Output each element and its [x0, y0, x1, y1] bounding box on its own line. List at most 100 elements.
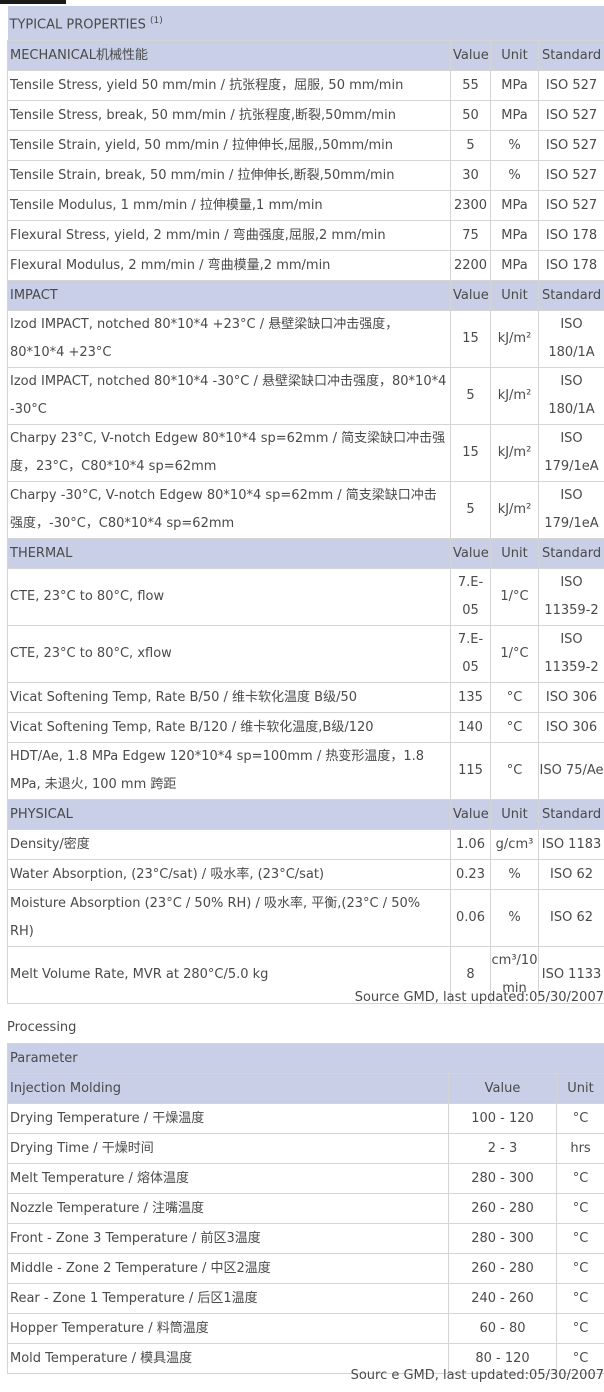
property-name: Water Absorption, (23°C/sat) / 吸水率, (23°… — [7, 859, 451, 891]
section-header-row: THERMAL Value Unit Standard — [7, 538, 604, 570]
property-name: Charpy 23°C, V-notch Edgew 80*10*4 sp=62… — [7, 424, 451, 483]
table-row: Water Absorption, (23°C/sat) / 吸水率, (23°… — [7, 859, 604, 891]
property-name: Tensile Stress, break, 50 mm/min / 抗张程度,… — [7, 100, 451, 132]
section-header-row: IMPACT Value Unit Standard — [7, 280, 604, 312]
property-value: 5 — [450, 481, 491, 540]
table-row: Izod IMPACT, notched 80*10*4 +23°C / 悬壁梁… — [7, 310, 604, 369]
table-title: TYPICAL PROPERTIES — [9, 17, 146, 33]
property-value: 30 — [450, 160, 491, 192]
table-row: Front - Zone 3 Temperature / 前区3温度 280 - … — [7, 1223, 604, 1254]
top-dark-bar — [0, 0, 66, 4]
property-name: CTE, 23°C to 80°C, xflow — [7, 625, 451, 684]
property-standard: ISO 11359-2 — [537, 568, 604, 627]
property-value: 1.06 — [450, 829, 491, 861]
property-unit: kJ/m² — [490, 310, 539, 369]
standard-column-header: Standard — [537, 280, 604, 312]
table-row: Flexural Stress, yield, 2 mm/min / 弯曲强度,… — [7, 220, 604, 252]
property-standard: ISO 527 — [537, 160, 604, 192]
property-unit: °C — [490, 682, 539, 714]
property-value: 55 — [450, 70, 491, 102]
property-name: Tensile Strain, yield, 50 mm/min / 拉伸伸长,… — [7, 130, 451, 162]
unit-column-header: Unit — [490, 799, 539, 831]
standard-column-header: Standard — [537, 538, 604, 570]
property-name: Izod IMPACT, notched 80*10*4 -30°C / 悬壁梁… — [7, 367, 451, 426]
property-unit: 1/°C — [490, 568, 539, 627]
property-standard: ISO 179/1eA — [537, 481, 604, 540]
property-value: 0.23 — [450, 859, 491, 891]
table-row: Tensile Modulus, 1 mm/min / 拉伸模量,1 mm/mi… — [7, 190, 604, 222]
property-name: Density/密度 — [7, 829, 451, 861]
parameter-name: Hopper Temperature / 料筒温度 — [7, 1313, 449, 1344]
property-unit: kJ/m² — [490, 424, 539, 483]
property-value: 7.E-05 — [450, 625, 491, 684]
property-standard: ISO 527 — [537, 100, 604, 132]
table-row: Tensile Stress, break, 50 mm/min / 抗张程度,… — [7, 100, 604, 132]
value-column-header: Value — [450, 280, 491, 312]
parameter-unit: °C — [555, 1103, 604, 1134]
property-value: 75 — [450, 220, 491, 252]
property-name: Flexural Stress, yield, 2 mm/min / 弯曲强度,… — [7, 220, 451, 252]
property-unit: % — [490, 889, 539, 948]
property-unit: MPa — [490, 100, 539, 132]
parameter-value: 60 - 80 — [448, 1313, 557, 1344]
parameter-name: Melt Temperature / 熔体温度 — [7, 1163, 449, 1194]
property-value: 0.06 — [450, 889, 491, 948]
property-unit: 1/°C — [490, 625, 539, 684]
property-name: Tensile Strain, break, 50 mm/min / 拉伸伸长,… — [7, 160, 451, 192]
table-row: Charpy 23°C, V-notch Edgew 80*10*4 sp=62… — [7, 424, 604, 483]
parameter-value: 280 - 300 — [448, 1163, 557, 1194]
value-column-header: Value — [450, 799, 491, 831]
property-name: HDT/Ae, 1.8 MPa Edgew 120*10*4 sp=100mm … — [7, 742, 451, 801]
unit-column-header: Unit — [490, 538, 539, 570]
property-standard: ISO 75/Ae — [537, 742, 604, 801]
property-name: Charpy -30°C, V-notch Edgew 80*10*4 sp=6… — [7, 481, 451, 540]
parameter-name: Middle - Zone 2 Temperature / 中区2温度 — [7, 1253, 449, 1284]
parameter-name: Rear - Zone 1 Temperature / 后区1温度 — [7, 1283, 449, 1314]
parameter-value: 260 - 280 — [448, 1193, 557, 1224]
property-unit: °C — [490, 712, 539, 744]
section-header-row: MECHANICAL机械性能 Value Unit Standard — [7, 40, 604, 72]
unit-column-header: Unit — [490, 40, 539, 72]
table-row: CTE, 23°C to 80°C, xflow 7.E-05 1/°C ISO 11… — [7, 625, 604, 684]
parameter-unit: °C — [555, 1283, 604, 1314]
injection-molding-header: Injection Molding Value Unit — [7, 1073, 604, 1104]
table-row: Rear - Zone 1 Temperature / 后区1温度 240 - 2… — [7, 1283, 604, 1314]
title-footnote: (1) — [150, 16, 163, 26]
table-row: Moisture Absorption (23°C / 50% RH) / 吸水… — [7, 889, 604, 948]
property-standard: ISO 527 — [537, 190, 604, 222]
property-standard: ISO 62 — [537, 859, 604, 891]
table-row: Melt Temperature / 熔体温度 280 - 300 °C — [7, 1163, 604, 1194]
property-value: 115 — [450, 742, 491, 801]
property-unit: g/cm³ — [490, 829, 539, 861]
property-unit: kJ/m² — [490, 481, 539, 540]
section-name: Injection Molding — [7, 1073, 449, 1104]
property-value: 5 — [450, 130, 491, 162]
property-unit: MPa — [490, 190, 539, 222]
parameter-name: Drying Time / 干燥时间 — [7, 1133, 449, 1164]
section-header-row: PHYSICAL Value Unit Standard — [7, 799, 604, 831]
property-unit: % — [490, 130, 539, 162]
parameter-unit: °C — [555, 1253, 604, 1284]
property-value: 140 — [450, 712, 491, 744]
table-row: Middle - Zone 2 Temperature / 中区2温度 260 -… — [7, 1253, 604, 1284]
parameter-row: Parameter — [6, 1043, 604, 1074]
property-standard: ISO 1183 — [537, 829, 604, 861]
property-unit: kJ/m² — [490, 367, 539, 426]
table-row: HDT/Ae, 1.8 MPa Edgew 120*10*4 sp=100mm … — [7, 742, 604, 801]
table-row: CTE, 23°C to 80°C, flow 7.E-05 1/°C ISO 113… — [7, 568, 604, 627]
table-row: Izod IMPACT, notched 80*10*4 -30°C / 悬壁梁… — [7, 367, 604, 426]
parameter-value: 100 - 120 — [448, 1103, 557, 1134]
property-unit: MPa — [490, 250, 539, 282]
property-standard: ISO 306 — [537, 682, 604, 714]
property-standard: ISO 11359-2 — [537, 625, 604, 684]
property-standard: ISO 527 — [537, 130, 604, 162]
unit-column-header: Unit — [490, 280, 539, 312]
parameter-name: Front - Zone 3 Temperature / 前区3温度 — [7, 1223, 449, 1254]
table-row: Hopper Temperature / 料筒温度 60 - 80 °C — [7, 1313, 604, 1344]
parameter-name: Drying Temperature / 干燥温度 — [7, 1103, 449, 1134]
property-standard: ISO 180/1A — [537, 310, 604, 369]
table-title-row: TYPICAL PROPERTIES (1) — [7, 6, 604, 42]
parameter-unit: hrs — [555, 1133, 604, 1164]
property-value: 15 — [450, 310, 491, 369]
parameter-label: Parameter — [6, 1043, 604, 1074]
